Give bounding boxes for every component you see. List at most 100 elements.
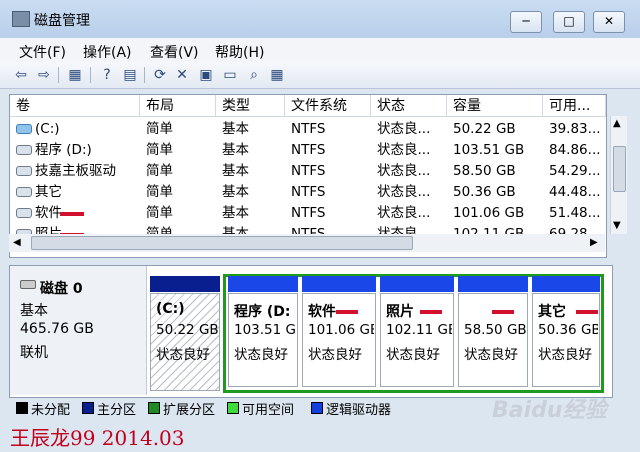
- table-row[interactable]: 技嘉主板驱动 简单 基本 NTFS 状态良... 58.50 GB 54.29...: [10, 161, 606, 182]
- column-header-status[interactable]: 状态: [371, 95, 447, 117]
- logical-drive-bar: [532, 276, 600, 292]
- properties2-icon[interactable]: ▣: [197, 66, 215, 84]
- horizontal-scrollbar[interactable]: ◀ ▶: [9, 234, 605, 252]
- toolbar-separator: [58, 67, 59, 83]
- scroll-down-icon[interactable]: ▼: [613, 220, 621, 231]
- cell-volume: 技嘉主板驱动: [16, 161, 140, 182]
- legend-swatch: [82, 402, 94, 414]
- title-bar: 磁盘管理 ─ □ ✕: [0, 0, 640, 38]
- cell-filesystem-text: NTFS: [291, 184, 326, 200]
- cell-layout: 简单: [146, 161, 216, 182]
- settings-icon[interactable]: ▦: [268, 66, 286, 84]
- column-header-capacity[interactable]: 容量: [447, 95, 543, 117]
- cell-type-text: 基本: [222, 142, 249, 158]
- table-row[interactable]: 程序 (D:) 简单 基本 NTFS 状态良... 103.51 GB 84.86...: [10, 140, 606, 161]
- disk-size: 465.76 GB: [20, 321, 94, 337]
- menu-action[interactable]: 操作(A): [83, 42, 132, 62]
- column-header-free[interactable]: 可用...: [543, 95, 606, 117]
- refresh-icon[interactable]: ⟳: [151, 66, 169, 84]
- column-header-layout[interactable]: 布局: [140, 95, 216, 117]
- cell-free: 44.48...: [549, 182, 606, 203]
- horizontal-scroll-thumb[interactable]: [31, 236, 413, 250]
- table-row[interactable]: 其它 简单 基本 NTFS 状态良... 50.36 GB 44.48...: [10, 182, 606, 203]
- cell-free-text: 51.48...: [549, 205, 601, 221]
- scroll-up-icon[interactable]: ▲: [613, 118, 621, 129]
- help-icon[interactable]: ?: [98, 66, 116, 84]
- logical-drive-bar: [458, 276, 528, 292]
- cell-layout-text: 简单: [146, 142, 173, 158]
- disk-info[interactable]: 磁盘 0 基本 465.76 GB 联机: [10, 266, 147, 395]
- cell-capacity-text: 50.36 GB: [453, 184, 516, 200]
- primary-partition-bar: [150, 276, 220, 292]
- forward-arrow-icon[interactable]: ⇨: [35, 66, 53, 84]
- scroll-right-icon[interactable]: ▶: [590, 237, 598, 248]
- cell-layout: 简单: [146, 182, 216, 203]
- minimize-button[interactable]: ─: [510, 11, 542, 33]
- cell-volume-text: (C:): [35, 121, 60, 137]
- volume-icon: [16, 208, 32, 218]
- partition-size: 102.11 GB: [386, 322, 452, 338]
- cell-free: 39.83...: [549, 119, 606, 140]
- cell-filesystem: NTFS: [291, 161, 371, 182]
- partition-size: 50.36 GB: [538, 322, 598, 338]
- delete-icon[interactable]: ✕: [173, 66, 191, 84]
- partition-block[interactable]: [458, 293, 528, 387]
- partition-name: (C:): [156, 301, 185, 317]
- menu-view[interactable]: 查看(V): [150, 42, 199, 62]
- cell-capacity-text: 50.22 GB: [453, 121, 516, 137]
- cell-capacity: 50.22 GB: [453, 119, 543, 140]
- volume-icon: [16, 187, 32, 197]
- cell-free: 84.86...: [549, 140, 606, 161]
- cell-status: 状态良...: [377, 161, 447, 182]
- vertical-scroll-thumb[interactable]: [613, 146, 626, 192]
- menu-help[interactable]: 帮助(H): [215, 42, 264, 62]
- table-row[interactable]: 软件 简单 基本 NTFS 状态良... 101.06 GB 51.48...: [10, 203, 606, 224]
- table-row[interactable]: (C:) 简单 基本 NTFS 状态良... 50.22 GB 39.83...: [10, 119, 606, 140]
- properties-icon[interactable]: ▤: [121, 66, 139, 84]
- cell-status-text: 状态良...: [377, 121, 431, 137]
- close-button[interactable]: ✕: [593, 11, 625, 33]
- legend-swatch: [148, 402, 160, 414]
- cell-type: 基本: [222, 161, 285, 182]
- partition-status: 状态良好: [464, 347, 518, 363]
- toolbar-separator: [90, 67, 91, 83]
- disk-type: 基本: [20, 303, 48, 319]
- legend-swatch: [227, 402, 239, 414]
- legend-swatch: [311, 402, 323, 414]
- cell-volume: 程序 (D:): [16, 140, 140, 161]
- cell-capacity: 103.51 GB: [453, 140, 543, 161]
- cell-layout: 简单: [146, 203, 216, 224]
- cell-type-text: 基本: [222, 184, 249, 200]
- cell-type: 基本: [222, 182, 285, 203]
- toolbar: ⇦ ⇨ ▦ ? ▤ ⟳ ✕ ▣ ▭ ⌕ ▦: [0, 62, 640, 89]
- partition-name: 其它: [538, 304, 566, 320]
- column-header-filesystem[interactable]: 文件系统: [285, 95, 371, 117]
- maximize-button[interactable]: □: [553, 11, 585, 33]
- partition-name: 程序 (D:: [234, 304, 291, 320]
- column-header-volume[interactable]: 卷: [10, 95, 140, 117]
- back-arrow-icon[interactable]: ⇦: [12, 66, 30, 84]
- menu-file[interactable]: 文件(F): [19, 42, 66, 62]
- author-watermark: 王辰龙99 2014.03: [10, 426, 185, 450]
- column-header-type[interactable]: 类型: [216, 95, 285, 117]
- cell-free-text: 39.83...: [549, 121, 601, 137]
- cell-volume-text: 软件: [35, 205, 62, 221]
- partition-size: 103.51 GB: [234, 322, 296, 338]
- cell-status-text: 状态良...: [377, 205, 431, 221]
- cell-type-text: 基本: [222, 205, 249, 221]
- cell-filesystem: NTFS: [291, 182, 371, 203]
- cell-volume-text: 技嘉主板驱动: [35, 163, 116, 179]
- volume-icon: [16, 166, 32, 176]
- volume-icon: [16, 145, 32, 155]
- open-icon[interactable]: ▭: [221, 66, 239, 84]
- disk-management-icon: [12, 11, 30, 27]
- cell-status: 状态良...: [377, 140, 447, 161]
- search-icon[interactable]: ⌕: [245, 66, 263, 84]
- console-tree-icon[interactable]: ▦: [66, 66, 84, 84]
- cell-layout: 简单: [146, 140, 216, 161]
- cell-layout-text: 简单: [146, 163, 173, 179]
- legend-swatch: [16, 402, 28, 414]
- vertical-scrollbar[interactable]: ▲ ▼: [610, 116, 627, 234]
- scroll-left-icon[interactable]: ◀: [13, 237, 21, 248]
- redaction-mark: [576, 310, 598, 314]
